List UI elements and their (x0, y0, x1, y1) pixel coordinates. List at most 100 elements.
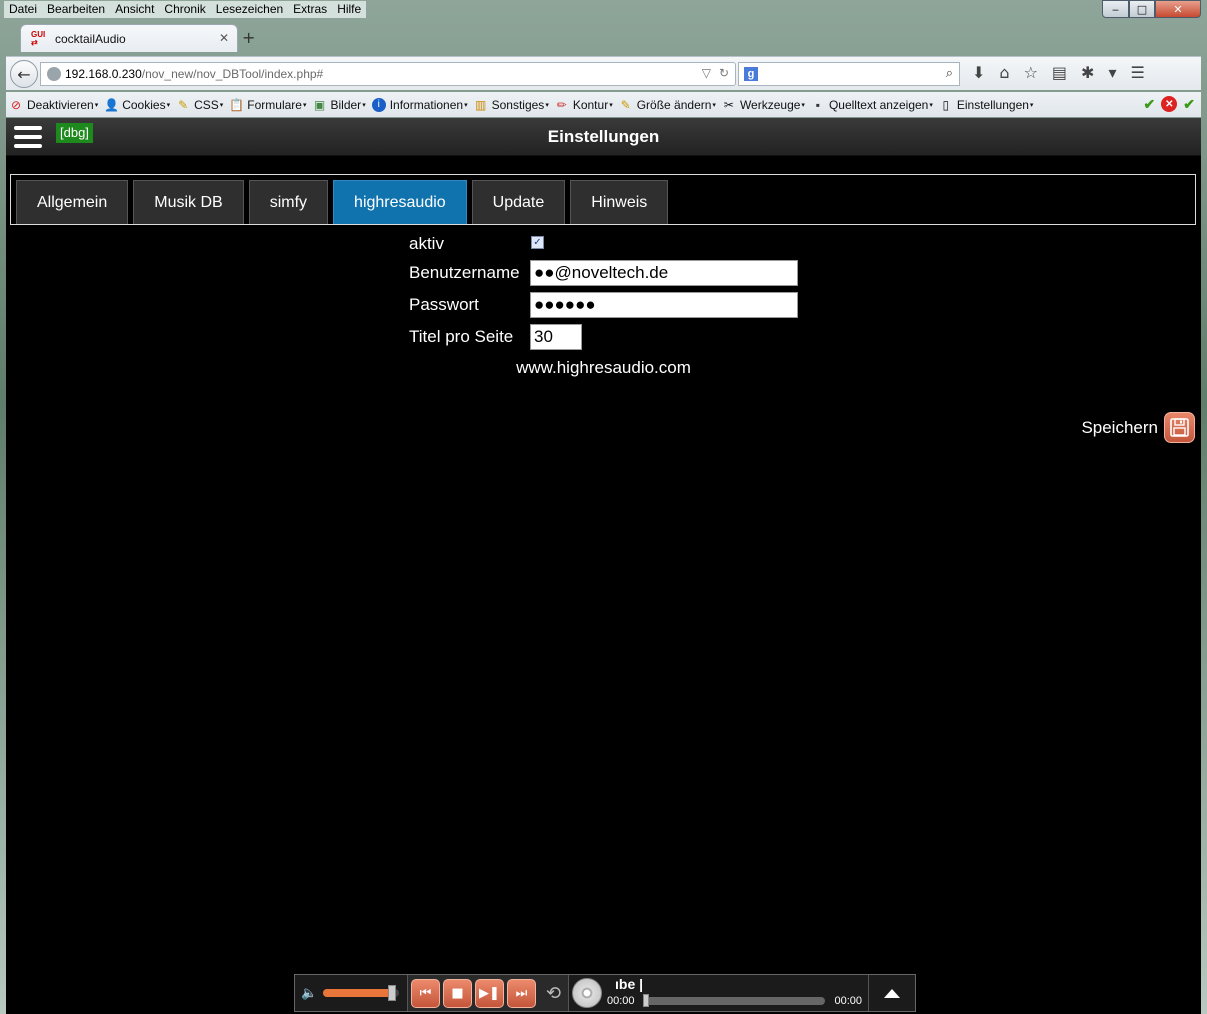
repeat-icon: ⟲ (545, 982, 562, 1004)
devbar-bilder[interactable]: ▣ Bilder ▾ (313, 98, 366, 112)
devbar-deaktivieren[interactable]: ⊘ Deaktivieren ▾ (9, 98, 98, 112)
tab-allgemein[interactable]: Allgemein (16, 180, 129, 224)
user-icon: 👤 (104, 97, 120, 112)
tab-highresaudio[interactable]: highresaudio (333, 180, 467, 224)
info-icon: i (371, 97, 386, 112)
check-icon[interactable]: ✔ (1144, 96, 1156, 113)
debug-badge[interactable]: [dbg] (56, 123, 93, 143)
minimize-button[interactable]: ‒ (1102, 0, 1129, 18)
download-icon[interactable]: ⬇ (972, 63, 985, 82)
settings-tabs: Allgemein Musik DB simfy highresaudio Up… (10, 174, 1196, 225)
tab-simfy[interactable]: simfy (248, 180, 329, 224)
search-bar[interactable]: g ⌕ (738, 62, 960, 86)
hamburger-menu-icon[interactable] (14, 126, 42, 148)
aktiv-label: aktiv (409, 234, 444, 253)
back-button[interactable]: ← (10, 60, 38, 88)
tab-hinweis[interactable]: Hinweis (570, 180, 669, 224)
close-window-button[interactable]: ✕ (1155, 0, 1201, 18)
devbar-formulare[interactable]: 📋 Formulare ▾ (229, 98, 306, 112)
save-button[interactable] (1164, 412, 1195, 443)
previous-icon: ⏮ (419, 985, 432, 1001)
devbar-quelltext[interactable]: ▪ Quelltext anzeigen ▾ (811, 98, 933, 112)
reload-icon[interactable]: ↻ (719, 66, 729, 80)
source-icon: ▪ (815, 97, 821, 112)
titles-per-page-input[interactable] (530, 324, 582, 350)
menu-item-extras[interactable]: Extras (288, 0, 333, 18)
speaker-icon[interactable]: 🔈 (301, 986, 317, 1001)
devbar-cookies[interactable]: 👤 Cookies ▾ (104, 98, 170, 112)
close-tab-icon[interactable]: ✕ (219, 31, 229, 45)
next-button[interactable]: ⏭ (507, 978, 536, 1008)
browser-tab-strip: GUI ⇄ cocktailAudio ✕ + (6, 22, 1201, 52)
expand-player-button[interactable] (869, 975, 915, 1011)
app-header: [dbg] Einstellungen (6, 118, 1201, 156)
search-icon[interactable]: ⌕ (946, 66, 953, 81)
cd-icon (572, 978, 602, 1008)
stop-button[interactable]: ■ (443, 978, 472, 1008)
devbar-einstellungen[interactable]: ▯ Einstellungen ▾ (939, 98, 1034, 112)
addon-icon[interactable]: ✱ (1081, 63, 1094, 82)
star-icon[interactable]: ☆ (1024, 63, 1038, 82)
devbar-groesse-aendern[interactable]: ✎ Größe ändern ▾ (619, 98, 716, 112)
web-developer-toolbar: ⊘ Deaktivieren ▾ 👤 Cookies ▾ ✎ CSS ▾ 📋 Formular… (6, 92, 1201, 117)
stop-icon: ■ (451, 985, 464, 1001)
cover-art (569, 975, 605, 1011)
google-icon[interactable]: g (744, 67, 758, 81)
volume-slider[interactable] (323, 985, 400, 1001)
progress-slider[interactable] (643, 994, 825, 1007)
arrow-left-icon: ← (17, 64, 31, 84)
previous-button[interactable]: ⏮ (411, 978, 440, 1008)
bookmarks-icon[interactable]: ▤ (1052, 63, 1067, 82)
highresaudio-link[interactable]: www.highresaudio.com (6, 358, 1201, 378)
titles-per-page-label: Titel pro Seite (409, 327, 514, 346)
devbar-sonstiges[interactable]: ▥ Sonstiges ▾ (474, 98, 549, 112)
menu-item-ansicht[interactable]: Ansicht (110, 0, 160, 18)
elapsed-time: 00:00 (607, 995, 635, 1007)
volume-fill (323, 989, 392, 997)
menu-item-chronik[interactable]: Chronik (159, 0, 211, 18)
username-input[interactable] (530, 260, 798, 286)
tab-update[interactable]: Update (471, 180, 566, 224)
progress-handle[interactable] (643, 994, 649, 1007)
tools-icon: ✂ (723, 97, 734, 112)
dropdown-arrow-icon[interactable]: ▽ (702, 66, 711, 80)
playback-controls: ⏮ ■ ▶❚ ⏭ ⟲ (408, 975, 569, 1011)
url-path: /nov_new/nov_DBTool/index.php# (141, 67, 324, 81)
password-input[interactable] (530, 292, 798, 318)
navigation-bar: ← 192.168.0.230/nov_new/nov_DBTool/index… (6, 56, 1201, 90)
check-icon[interactable]: ✔ (1183, 96, 1195, 113)
menu-item-bearbeiten[interactable]: Bearbeiten (42, 0, 111, 18)
maximize-button[interactable]: □ (1129, 0, 1155, 18)
notebook-icon: ▥ (474, 97, 487, 112)
browser-tab[interactable]: GUI ⇄ cocktailAudio ✕ (20, 24, 238, 52)
menu-bar: Datei Bearbeiten Ansicht Chronik Lesezei… (4, 0, 384, 18)
player-bar: 🔈 ⏮ ■ ▶❚ ⏭ ⟲ ıbe | 00:00 00:00 (294, 974, 916, 1012)
menu-item-hilfe[interactable]: Hilfe (332, 0, 367, 18)
repeat-button[interactable]: ⟲ (539, 979, 568, 1008)
devbar-werkzeuge[interactable]: ✂ Werkzeuge ▾ (722, 98, 805, 112)
menu-item-datei[interactable]: Datei (4, 0, 43, 18)
floppy-disk-icon (1170, 418, 1189, 437)
aktiv-checkbox[interactable]: ✓ (531, 236, 544, 249)
save-label[interactable]: Speichern (1081, 418, 1158, 438)
url-host: 192.168.0.230 (65, 67, 142, 81)
total-time: 00:00 (834, 995, 862, 1007)
disable-icon: ⊘ (10, 97, 22, 112)
menu-icon[interactable]: ☰ (1130, 63, 1144, 82)
play-pause-icon: ▶❚ (479, 985, 500, 1001)
favicon-icon: GUI ⇄ (31, 29, 46, 47)
play-pause-button[interactable]: ▶❚ (475, 978, 504, 1008)
devbar-css[interactable]: ✎ CSS ▾ (176, 98, 223, 112)
devbar-informationen[interactable]: i Informationen ▾ (371, 97, 468, 112)
pencil-icon: ✎ (178, 97, 189, 112)
new-tab-button[interactable]: + (242, 28, 255, 47)
password-label: Passwort (409, 295, 479, 314)
error-icon[interactable]: ✕ (1161, 96, 1178, 112)
url-bar[interactable]: 192.168.0.230/nov_new/nov_DBTool/index.p… (40, 62, 736, 86)
tab-musik-db[interactable]: Musik DB (133, 180, 244, 224)
home-icon[interactable]: ⌂ (999, 63, 1009, 82)
volume-handle[interactable] (387, 985, 396, 1001)
devbar-kontur[interactable]: ✏ Kontur ▾ (555, 98, 613, 112)
chevron-down-icon[interactable]: ▾ (1108, 63, 1116, 82)
menu-item-lesezeichen[interactable]: Lesezeichen (210, 0, 289, 18)
